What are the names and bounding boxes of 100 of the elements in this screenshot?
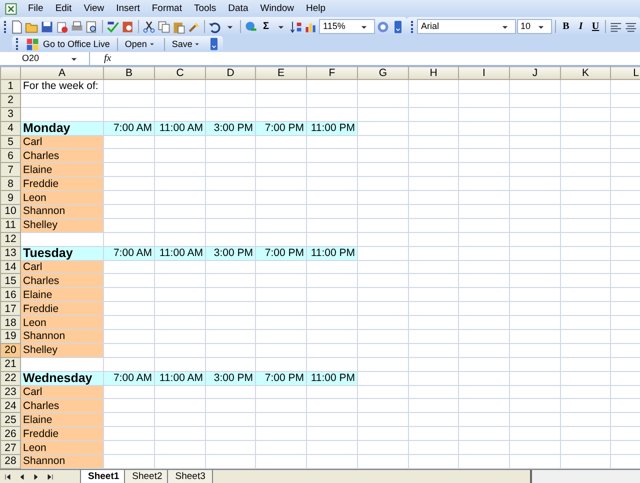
- print-icon[interactable]: [70, 20, 84, 34]
- table-cell: Carl: [20, 260, 104, 274]
- menu-item[interactable]: Edit: [49, 0, 78, 17]
- row-header[interactable]: 5: [0, 135, 20, 149]
- bold-button[interactable]: B: [559, 20, 573, 34]
- last-sheet-icon[interactable]: [46, 473, 54, 481]
- row-header[interactable]: 6: [0, 148, 20, 163]
- column-header[interactable]: K: [560, 66, 610, 80]
- spreadsheet-icon[interactable]: [4, 2, 18, 16]
- toolbar-button[interactable]: Save: [168, 37, 206, 51]
- column-header[interactable]: H: [408, 66, 458, 80]
- table-cell: 7:00 AM: [104, 371, 154, 386]
- menu-item[interactable]: Tools: [188, 0, 222, 17]
- sort-icon[interactable]: [289, 20, 303, 34]
- table-cell: Leon: [20, 440, 104, 455]
- row-header[interactable]: 19: [0, 330, 20, 344]
- paste-icon[interactable]: [172, 20, 186, 34]
- toolbar-button[interactable]: Open: [120, 37, 161, 51]
- table-cell: 7:00 PM: [256, 371, 306, 386]
- column-header[interactable]: B: [104, 66, 154, 80]
- table-cell: Charles: [20, 274, 104, 288]
- table-cell: Leon: [20, 190, 104, 205]
- next-sheet-icon[interactable]: [32, 473, 40, 481]
- autosum-button[interactable]: Σ: [259, 20, 273, 34]
- column-header[interactable]: A: [20, 66, 104, 80]
- menu-item[interactable]: Data: [222, 0, 254, 17]
- menu-item[interactable]: File: [22, 0, 50, 17]
- office-live-button[interactable]: Go to Office Live: [22, 37, 114, 51]
- menu-item[interactable]: Help: [300, 0, 332, 17]
- format-painter-icon[interactable]: [187, 20, 201, 34]
- row-header[interactable]: 10: [0, 204, 20, 218]
- office-live-icon[interactable]: [26, 37, 40, 51]
- column-header[interactable]: C: [154, 66, 206, 80]
- table-cell: Monday: [20, 121, 104, 136]
- menu-item[interactable]: Window: [254, 0, 300, 17]
- row-header[interactable]: 23: [0, 385, 20, 399]
- table-cell: 3:00 PM: [206, 121, 256, 136]
- row-header[interactable]: 13: [0, 246, 20, 260]
- row-header[interactable]: 20: [0, 343, 20, 358]
- table-cell: 11:00 AM: [154, 121, 206, 136]
- row-header[interactable]: 17: [0, 302, 20, 316]
- menu-item[interactable]: Format: [146, 0, 188, 17]
- table-cell: 11:00 AM: [154, 246, 206, 260]
- row-header[interactable]: 12: [0, 232, 20, 246]
- spelling-check-icon[interactable]: [106, 20, 120, 34]
- table-cell: 11:00 PM: [306, 371, 358, 386]
- save-icon[interactable]: [40, 20, 54, 34]
- row-header[interactable]: 4: [0, 121, 20, 136]
- row-header[interactable]: 1: [0, 80, 20, 94]
- italic-button[interactable]: I: [574, 20, 588, 34]
- row-header[interactable]: 22: [0, 371, 20, 386]
- table-cell: 7:00 PM: [256, 121, 306, 136]
- column-header[interactable]: D: [206, 66, 256, 80]
- font-field[interactable]: Arial: [416, 19, 516, 34]
- sheet-tab[interactable]: Sheet3: [167, 470, 214, 483]
- copy-icon[interactable]: [157, 20, 171, 34]
- first-sheet-icon[interactable]: [4, 473, 12, 481]
- row-header[interactable]: 26: [0, 426, 20, 441]
- table-cell: Wednesday: [20, 371, 104, 386]
- column-header[interactable]: I: [458, 66, 510, 80]
- table-cell: Carl: [20, 135, 104, 149]
- row-header[interactable]: 14: [0, 260, 20, 274]
- menu-item[interactable]: View: [78, 0, 110, 17]
- new-icon[interactable]: [10, 20, 24, 34]
- table-cell: Elaine: [20, 412, 104, 427]
- column-header[interactable]: E: [256, 66, 306, 80]
- column-header[interactable]: L: [610, 66, 640, 80]
- function-label[interactable]: fx: [90, 51, 120, 66]
- row-header[interactable]: 8: [0, 176, 20, 191]
- row-header[interactable]: 27: [0, 440, 20, 455]
- table-cell: 11:00 AM: [154, 371, 206, 386]
- name-box[interactable]: O20: [0, 52, 90, 65]
- print-preview-icon[interactable]: [85, 20, 99, 34]
- row-header[interactable]: 15: [0, 274, 20, 288]
- table-cell: 11:00 PM: [306, 121, 358, 136]
- row-header[interactable]: 18: [0, 316, 20, 330]
- table-cell: Freddie: [20, 176, 104, 191]
- cut-icon[interactable]: [142, 20, 156, 34]
- row-header[interactable]: 21: [0, 357, 20, 372]
- zoom-field[interactable]: 115%: [319, 19, 375, 34]
- menu-item[interactable]: Insert: [110, 0, 146, 17]
- table-cell: 11:00 PM: [306, 246, 358, 260]
- row-header[interactable]: 7: [0, 162, 20, 177]
- undo-icon[interactable]: [208, 20, 222, 34]
- table-cell: For the week of:: [20, 80, 104, 94]
- row-header[interactable]: 9: [0, 190, 20, 205]
- previous-sheet-icon[interactable]: [18, 473, 26, 481]
- row-header[interactable]: 24: [0, 398, 20, 413]
- row-header[interactable]: 28: [0, 454, 20, 468]
- font-size-field[interactable]: 10: [516, 19, 552, 34]
- row-header[interactable]: 16: [0, 288, 20, 302]
- column-header[interactable]: F: [306, 66, 358, 80]
- column-header[interactable]: J: [510, 66, 560, 80]
- horizontal-scrollbar[interactable]: [530, 470, 640, 483]
- underline-button[interactable]: U: [588, 20, 602, 34]
- column-header[interactable]: G: [358, 66, 408, 80]
- row-header[interactable]: 3: [0, 107, 20, 122]
- row-header[interactable]: 2: [0, 93, 20, 108]
- row-header[interactable]: 11: [0, 218, 20, 232]
- row-header[interactable]: 25: [0, 412, 20, 427]
